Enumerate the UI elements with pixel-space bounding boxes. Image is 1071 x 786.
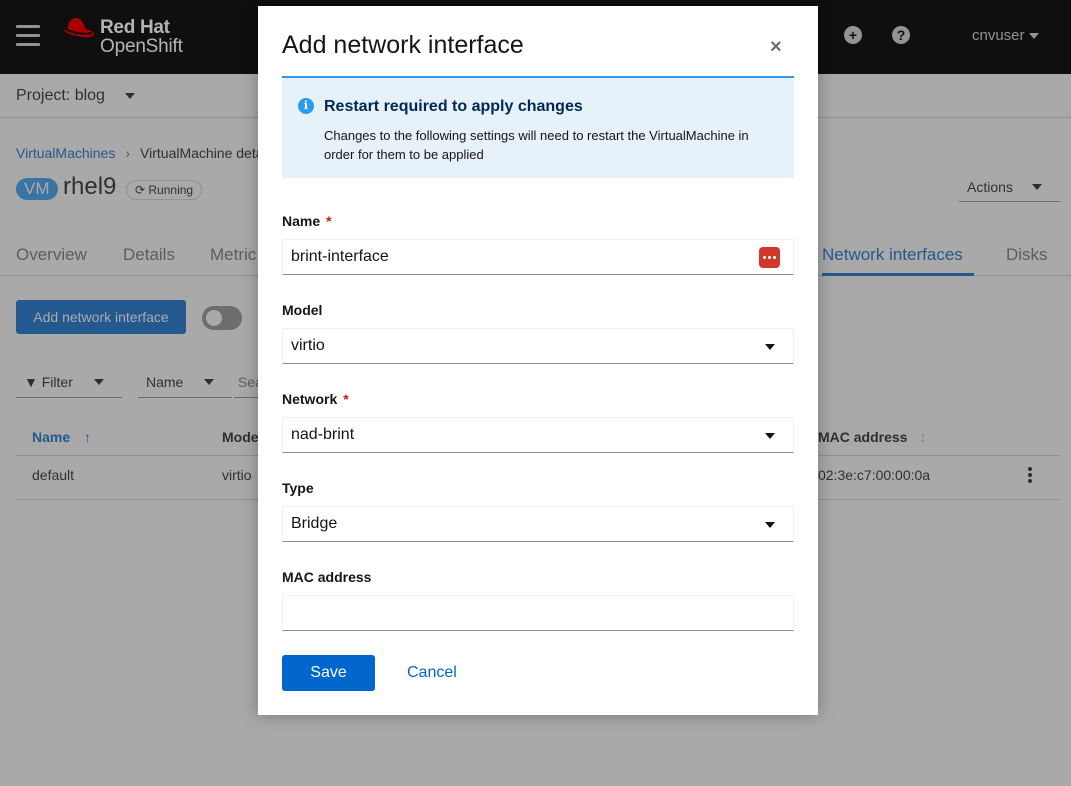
type-select-value: Bridge: [291, 515, 338, 532]
type-field-label: Type: [282, 480, 314, 496]
network-select-value: nad-brint: [291, 426, 355, 443]
password-manager-icon[interactable]: [759, 247, 780, 268]
required-marker: *: [343, 391, 349, 407]
chevron-down-icon: [765, 433, 775, 439]
info-icon: i: [298, 98, 314, 114]
name-input[interactable]: brint-interface: [282, 239, 794, 275]
close-icon[interactable]: ×: [770, 37, 782, 57]
model-field-label: Model: [282, 302, 323, 318]
type-select[interactable]: Bridge: [282, 506, 794, 542]
alert-title: Restart required to apply changes: [324, 98, 583, 115]
mac-address-input[interactable]: [282, 595, 794, 631]
network-field-label: Network *: [282, 391, 349, 407]
name-label-text: Name: [282, 213, 321, 229]
modal-title: Add network interface: [282, 31, 524, 59]
save-button[interactable]: Save: [282, 655, 375, 691]
network-select[interactable]: nad-brint: [282, 417, 794, 453]
mac-field-label: MAC address: [282, 569, 372, 585]
model-select-value: virtio: [291, 337, 325, 354]
network-label-text: Network: [282, 391, 338, 407]
name-field-label: Name *: [282, 213, 332, 229]
add-network-interface-modal: Add network interface × i Restart requir…: [258, 6, 818, 715]
name-input-value: brint-interface: [291, 248, 389, 265]
chevron-down-icon: [765, 344, 775, 350]
cancel-button[interactable]: Cancel: [407, 664, 457, 682]
required-marker: *: [326, 213, 332, 229]
alert-body: Changes to the following settings will n…: [324, 128, 749, 162]
info-alert: i Restart required to apply changes Chan…: [282, 76, 794, 178]
chevron-down-icon: [765, 522, 775, 528]
model-select[interactable]: virtio: [282, 328, 794, 364]
